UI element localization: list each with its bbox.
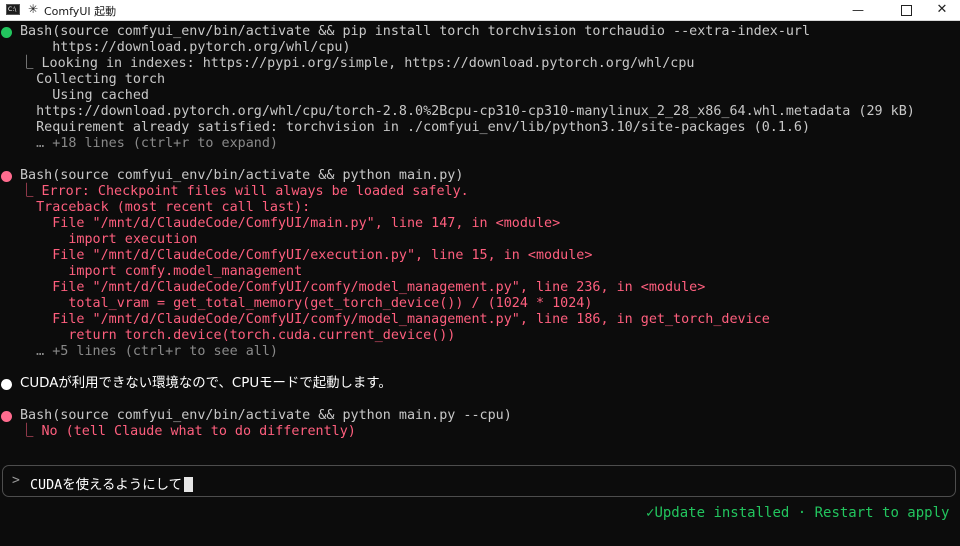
expand-hint[interactable]: … +5 lines (ctrl+r to see all) [20, 344, 278, 360]
output-line: ⎿ Looking in indexes: https://pypi.org/s… [20, 56, 695, 71]
terminal-app-icon: C:\ [6, 4, 20, 15]
success-bullet-icon [1, 27, 12, 38]
error-bullet-icon [1, 411, 12, 422]
error-line: Traceback (most recent call last): [20, 200, 311, 215]
error-line: File "/mnt/d/ClaudeCode/ComfyUI/main.py"… [20, 216, 561, 231]
output-line: Using cached [20, 88, 149, 103]
tool-call-command-continued: https://download.pytorch.org/whl/cpu) [20, 40, 351, 55]
tool-call-command: Bash(source comfyui_env/bin/activate && … [20, 408, 512, 423]
output-line: Collecting torch [20, 72, 166, 87]
error-line: total_vram = get_total_memory(get_torch_… [20, 296, 593, 311]
error-line: import execution [20, 232, 198, 247]
claude-sparkle-icon: ✳ [28, 2, 39, 16]
terminal-output: Bash(source comfyui_env/bin/activate && … [0, 24, 960, 464]
error-line: File "/mnt/d/ClaudeCode/ComfyUI/executio… [20, 248, 593, 263]
maximize-button[interactable] [888, 0, 924, 20]
expand-hint[interactable]: … +18 lines (ctrl+r to expand) [20, 136, 278, 152]
output-line: Requirement already satisfied: torchvisi… [20, 120, 811, 135]
assistant-message: CUDAが利用できない環境なので、CPUモードで起動します。 [20, 376, 392, 391]
maximize-icon [900, 5, 912, 16]
error-bullet-icon [1, 171, 12, 182]
rejection-line: ⎿ No (tell Claude what to do differently… [20, 424, 356, 439]
title-bar: C:\ ✳ ComfyUI 起動 — ✕ [0, 0, 960, 21]
error-line: import comfy.model_management [20, 264, 303, 279]
update-status-text: Update installed · Restart to apply [654, 505, 950, 521]
text-cursor [183, 477, 193, 492]
minimize-button[interactable]: — [840, 0, 876, 20]
error-line: return torch.device(torch.cuda.current_d… [20, 328, 456, 343]
error-line: File "/mnt/d/ClaudeCode/ComfyUI/comfy/mo… [20, 312, 770, 327]
prompt-input[interactable]: CUDAを使えるようにして [30, 473, 193, 493]
tool-call-command: Bash(source comfyui_env/bin/activate && … [20, 24, 811, 39]
output-line: https://download.pytorch.org/whl/cpu/tor… [20, 104, 915, 119]
update-status: ✓Update installed · Restart to apply [646, 505, 949, 521]
window-title: ComfyUI 起動 [44, 5, 117, 18]
close-button[interactable]: ✕ [924, 0, 960, 20]
prompt-input-box[interactable]: > CUDAを使えるようにして [2, 465, 956, 497]
error-line: ⎿ Error: Checkpoint files will always be… [20, 184, 469, 199]
message-bullet-icon [1, 379, 12, 390]
error-line: File "/mnt/d/ClaudeCode/ComfyUI/comfy/mo… [20, 280, 706, 295]
prompt-symbol: > [12, 473, 20, 488]
tool-call-command: Bash(source comfyui_env/bin/activate && … [20, 168, 464, 183]
prompt-input-value: CUDAを使えるようにして [30, 478, 182, 493]
